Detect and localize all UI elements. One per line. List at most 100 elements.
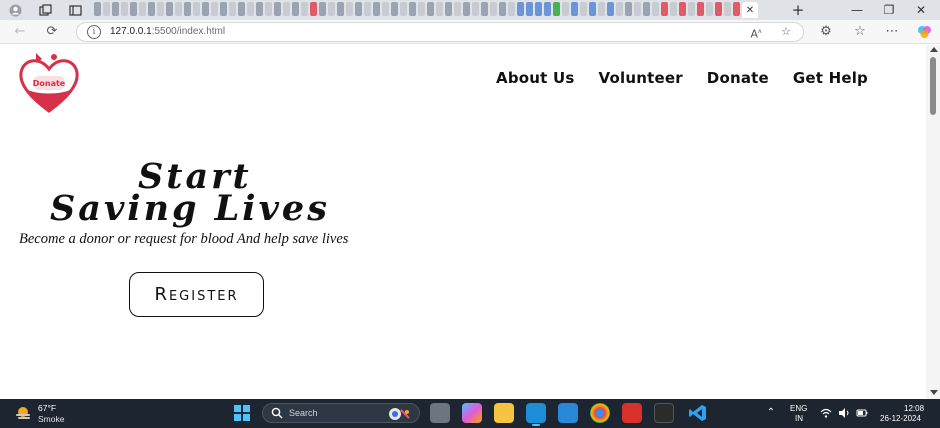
- favorite-star-icon[interactable]: ☆: [779, 25, 793, 39]
- clock-date[interactable]: 26-12-2024: [880, 414, 921, 423]
- tab[interactable]: [346, 2, 353, 16]
- tab[interactable]: [157, 2, 164, 16]
- language-region[interactable]: IN: [795, 414, 803, 423]
- battery-icon[interactable]: [856, 407, 868, 419]
- tab[interactable]: [589, 2, 596, 16]
- read-aloud-icon[interactable]: Aʌ: [749, 25, 763, 41]
- tab[interactable]: [310, 2, 317, 16]
- tray-overflow-icon[interactable]: ⌃: [765, 407, 777, 419]
- chrome-icon[interactable]: [590, 403, 610, 423]
- file-explorer-icon[interactable]: [494, 403, 514, 423]
- address-bar[interactable]: i 127.0.0.1:5500/index.html Aʌ ☆: [76, 22, 804, 42]
- tab[interactable]: [553, 2, 560, 16]
- register-button[interactable]: Register: [129, 272, 264, 317]
- tab[interactable]: [94, 2, 101, 16]
- tab-actions-icon[interactable]: [68, 3, 82, 17]
- tab[interactable]: [445, 2, 452, 16]
- tab[interactable]: [670, 2, 677, 16]
- close-tab-icon[interactable]: ✕: [746, 5, 754, 16]
- tab[interactable]: [229, 2, 236, 16]
- tab[interactable]: [112, 2, 119, 16]
- tab[interactable]: [454, 2, 461, 16]
- taskbar-search[interactable]: Search: [262, 403, 420, 423]
- extensions-icon[interactable]: ⚙: [818, 24, 834, 40]
- tab[interactable]: [391, 2, 398, 16]
- tab[interactable]: [238, 2, 245, 16]
- vscode-icon[interactable]: [688, 403, 708, 423]
- favorites-icon[interactable]: ☆: [852, 24, 868, 40]
- volume-icon[interactable]: [838, 407, 850, 419]
- tab[interactable]: [166, 2, 173, 16]
- edge-browser-icon[interactable]: [526, 403, 546, 426]
- workspaces-icon[interactable]: [38, 3, 52, 17]
- tab[interactable]: [715, 2, 722, 16]
- tab[interactable]: [571, 2, 578, 16]
- weather-icon[interactable]: [14, 405, 32, 421]
- copilot-icon[interactable]: [916, 24, 932, 40]
- tab[interactable]: [517, 2, 524, 16]
- tab[interactable]: [724, 2, 731, 16]
- tab[interactable]: [400, 2, 407, 16]
- mail-app-icon[interactable]: [558, 403, 578, 423]
- tab[interactable]: [535, 2, 542, 16]
- tab[interactable]: [427, 2, 434, 16]
- nav-donate[interactable]: Donate: [707, 69, 769, 87]
- address-url[interactable]: 127.0.0.1:5500/index.html: [110, 26, 225, 37]
- nav-about-us[interactable]: About Us: [496, 69, 574, 87]
- tab[interactable]: [490, 2, 497, 16]
- tab[interactable]: [679, 2, 686, 16]
- scroll-up-icon[interactable]: [930, 47, 938, 52]
- back-icon[interactable]: ←: [12, 24, 28, 40]
- tab[interactable]: [130, 2, 137, 16]
- tab[interactable]: [544, 2, 551, 16]
- tab[interactable]: [508, 2, 515, 16]
- tab[interactable]: [607, 2, 614, 16]
- tab[interactable]: [211, 2, 218, 16]
- tab[interactable]: [202, 2, 209, 16]
- tab[interactable]: [481, 2, 488, 16]
- tab[interactable]: [364, 2, 371, 16]
- tab[interactable]: [463, 2, 470, 16]
- clock-time[interactable]: 12:08: [904, 404, 924, 413]
- tab[interactable]: [409, 2, 416, 16]
- tab[interactable]: [373, 2, 380, 16]
- refresh-icon[interactable]: ⟳: [44, 24, 60, 40]
- tab[interactable]: [265, 2, 272, 16]
- tab[interactable]: [283, 2, 290, 16]
- restore-icon[interactable]: ❐: [880, 1, 898, 19]
- tab[interactable]: [292, 2, 299, 16]
- tab[interactable]: [625, 2, 632, 16]
- tab[interactable]: [139, 2, 146, 16]
- tab[interactable]: [175, 2, 182, 16]
- tab[interactable]: [418, 2, 425, 16]
- tab[interactable]: [688, 2, 695, 16]
- tab[interactable]: [121, 2, 128, 16]
- tab[interactable]: [499, 2, 506, 16]
- site-info-icon[interactable]: i: [87, 25, 101, 39]
- page-scrollbar[interactable]: [926, 45, 940, 399]
- more-menu-icon[interactable]: ⋯: [884, 24, 900, 40]
- scroll-down-icon[interactable]: [930, 390, 938, 395]
- terminal-icon[interactable]: [654, 403, 674, 423]
- scroll-thumb[interactable]: [930, 57, 936, 115]
- copilot-app-icon[interactable]: [462, 403, 482, 423]
- tab[interactable]: [328, 2, 335, 16]
- tab[interactable]: [562, 2, 569, 16]
- tab[interactable]: [337, 2, 344, 16]
- nav-get-help[interactable]: Get Help: [793, 69, 868, 87]
- tab[interactable]: [697, 2, 704, 16]
- tab[interactable]: [148, 2, 155, 16]
- site-logo[interactable]: Donate: [16, 49, 82, 115]
- start-button[interactable]: [234, 405, 250, 421]
- tab[interactable]: [616, 2, 623, 16]
- tab[interactable]: [220, 2, 227, 16]
- tab[interactable]: [634, 2, 641, 16]
- language-code[interactable]: ENG: [790, 404, 807, 413]
- tab[interactable]: [526, 2, 533, 16]
- tab[interactable]: [382, 2, 389, 16]
- wifi-icon[interactable]: [820, 407, 832, 419]
- tab[interactable]: [652, 2, 659, 16]
- tab[interactable]: [436, 2, 443, 16]
- tab[interactable]: [103, 2, 110, 16]
- new-tab-button[interactable]: +: [790, 1, 806, 19]
